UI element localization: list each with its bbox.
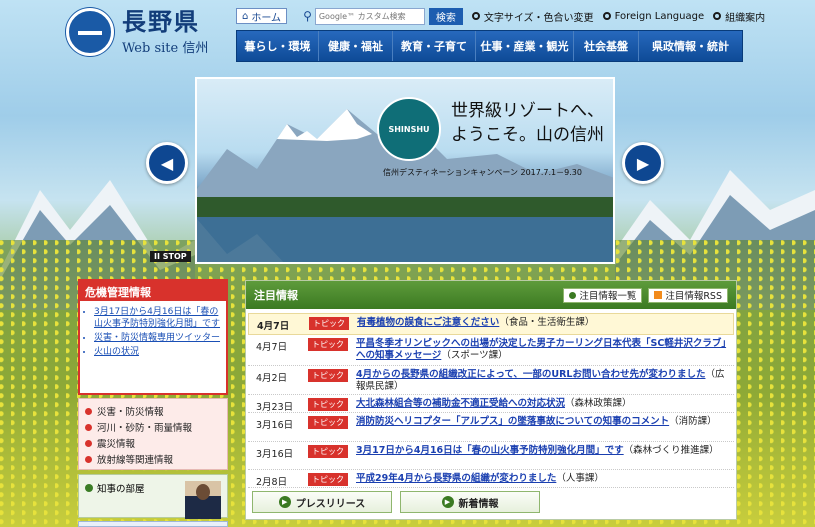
bullet-icon	[85, 484, 93, 492]
crisis-link-forest-fire[interactable]: 3月17日から4月16日は「春の山火事予防特別強化月間」です	[94, 306, 220, 330]
new-arrivals-button[interactable]: ▶ 新着情報	[400, 491, 540, 513]
logo-subtitle: Web site 信州	[122, 40, 209, 56]
news-link[interactable]: 大北森林組合等の補助金不適正受給への対応状況	[356, 398, 565, 409]
news-header: 注目情報 注目情報一覧 注目情報RSS	[246, 281, 736, 309]
news-rss-button[interactable]: 注目情報RSS	[648, 287, 728, 303]
arrow-right-circle-icon: ▶	[441, 496, 454, 508]
nav-health-welfare[interactable]: 健康・福祉	[319, 31, 393, 61]
news-row: 4月7日 トピック 有毒植物の誤食にご注意ください（食品・生活衛生課）	[248, 313, 734, 335]
slide-stop-button[interactable]: II STOP	[150, 251, 191, 262]
news-row: 4月7日 トピック 平昌冬季オリンピックへの出場が決定した男子カーリング日本代表…	[248, 335, 734, 366]
prefecture-emblem-icon	[66, 8, 114, 56]
topic-badge: トピック	[308, 338, 348, 351]
worldclass-resort-badge: SHINSHU	[377, 97, 441, 161]
bullet-icon	[85, 407, 92, 415]
slide-next-button[interactable]: ▶	[622, 142, 664, 184]
news-link[interactable]: 3月17日から4月16日は「春の山火事予防特別強化月間」です	[356, 445, 624, 456]
bullet-icon	[471, 12, 480, 20]
global-navigation: 暮らし・環境 健康・福祉 教育・子育て 仕事・産業・観光 社会基盤 県政情報・統…	[236, 30, 743, 62]
topic-badge: トピック	[309, 317, 349, 330]
bullet-icon	[85, 455, 92, 463]
news-title: 注目情報	[254, 289, 298, 302]
cat-link-river-rain[interactable]: 河川・砂防・雨量情報	[85, 419, 221, 435]
topic-badge: トピック	[308, 445, 348, 458]
news-row: 3月16日 トピック 3月17日から4月16日は「春の山火事予防特別強化月間」で…	[248, 442, 734, 470]
news-row: 4月2日 トピック 4月からの長野県の組織改正によって、一部のURLお問い合わせ…	[248, 366, 734, 395]
cat-link-earthquake[interactable]: 震災情報	[85, 435, 221, 451]
topic-badge: トピック	[308, 398, 348, 411]
crisis-title: 危機管理情報	[80, 281, 226, 301]
news-list-button[interactable]: 注目情報一覧	[563, 287, 643, 303]
bullet-icon	[85, 423, 92, 431]
nav-living-environment[interactable]: 暮らし・環境	[237, 31, 319, 61]
featured-news-panel: 注目情報 注目情報一覧 注目情報RSS 4月7日 トピック 有毒植物の誤食にご注…	[245, 280, 737, 520]
press-release-button[interactable]: ▶ プレスリリース	[252, 491, 392, 513]
next-section-edge	[78, 521, 228, 527]
search-icon: ⚲	[303, 9, 312, 23]
governor-label: 知事の部屋	[97, 484, 145, 495]
cat-link-radiation[interactable]: 放射線等関連情報	[85, 451, 221, 467]
slide-prev-button[interactable]: ◀	[146, 142, 188, 184]
foreign-language-link[interactable]: Foreign Language	[602, 11, 704, 22]
organization-link[interactable]: 組織案内	[713, 9, 765, 24]
governor-avatar	[185, 481, 221, 519]
search-input[interactable]	[314, 7, 425, 25]
home-label: ホーム	[251, 12, 282, 24]
governor-room-link[interactable]: 知事の部屋	[78, 474, 228, 519]
news-link[interactable]: 平成29年4月から長野県の組織が変わりました	[356, 473, 556, 484]
utility-bar: ⌂ ホーム ⚲ 検索 文字サイズ・色合い変更 Foreign Language …	[236, 7, 765, 25]
crisis-management-box: 危機管理情報 3月17日から4月16日は「春の山火事予防特別強化月間」です 災害…	[78, 279, 228, 395]
news-link[interactable]: 有毒植物の誤食にご注意ください	[357, 317, 499, 328]
rss-icon	[654, 291, 663, 299]
logo-title: 長野県	[122, 6, 200, 36]
topic-badge: トピック	[308, 416, 348, 429]
nav-education-childcare[interactable]: 教育・子育て	[393, 31, 476, 61]
site-logo[interactable]: 長野県 Web site 信州	[66, 8, 208, 56]
topic-badge: トピック	[308, 369, 348, 382]
search-button[interactable]: 検索	[428, 7, 463, 25]
text-size-color-link[interactable]: 文字サイズ・色合い変更	[471, 9, 594, 24]
bullet-icon	[569, 291, 577, 299]
nav-infrastructure[interactable]: 社会基盤	[574, 31, 639, 61]
slide-headline: 世界級リゾートへ、 ようこそ。山の信州	[451, 101, 604, 145]
nav-government-statistics[interactable]: 県政情報・統計	[639, 31, 742, 61]
bullet-icon	[713, 12, 722, 20]
news-link[interactable]: 平昌冬季オリンピックへの出場が決定した男子カーリング日本代表「SC軽井沢クラブ」…	[356, 338, 726, 361]
news-row: 3月23日 トピック 大北森林組合等の補助金不適正受給への対応状況（森林政策課）	[248, 395, 734, 413]
news-list: 4月7日 トピック 有毒植物の誤食にご注意ください（食品・生活衛生課） 4月7日…	[248, 313, 734, 488]
news-link[interactable]: 消防防災ヘリコプター「アルプス」の墜落事故についての知事のコメント	[356, 416, 669, 427]
bullet-icon	[602, 12, 611, 20]
news-row: 3月16日 トピック 消防防災ヘリコプター「アルプス」の墜落事故についての知事の…	[248, 413, 734, 442]
home-button[interactable]: ⌂ ホーム	[236, 8, 288, 24]
bullet-icon	[85, 439, 92, 447]
slide-caption: 信州デスティネーションキャンペーン 2017.7.1－9.30	[383, 168, 582, 177]
crisis-link-disaster-twitter[interactable]: 災害・防災情報専用ツイッター	[94, 332, 220, 344]
arrow-right-circle-icon: ▶	[278, 496, 291, 508]
arrow-left-icon: ◀	[160, 153, 174, 173]
news-row: 2月8日 トピック 平成29年4月から長野県の組織が変わりました（人事課）	[248, 470, 734, 488]
hero-slide[interactable]: SHINSHU 世界級リゾートへ、 ようこそ。山の信州 信州デスティネーションキ…	[195, 77, 615, 264]
cat-link-disaster[interactable]: 災害・防災情報	[85, 403, 221, 419]
nav-work-industry-tourism[interactable]: 仕事・産業・観光	[476, 31, 574, 61]
news-footer: ▶ プレスリリース ▶ 新着情報	[252, 491, 540, 513]
disaster-category-nav: 災害・防災情報 河川・砂防・雨量情報 震災情報 放射線等関連情報	[78, 398, 228, 470]
news-link[interactable]: 4月からの長野県の組織改正によって、一部のURLお問い合わせ先が変わりました	[356, 369, 705, 380]
topic-badge: トピック	[308, 473, 348, 486]
home-icon: ⌂	[242, 10, 249, 22]
crisis-link-volcano[interactable]: 火山の状況	[94, 346, 220, 358]
arrow-right-icon: ▶	[636, 153, 650, 173]
